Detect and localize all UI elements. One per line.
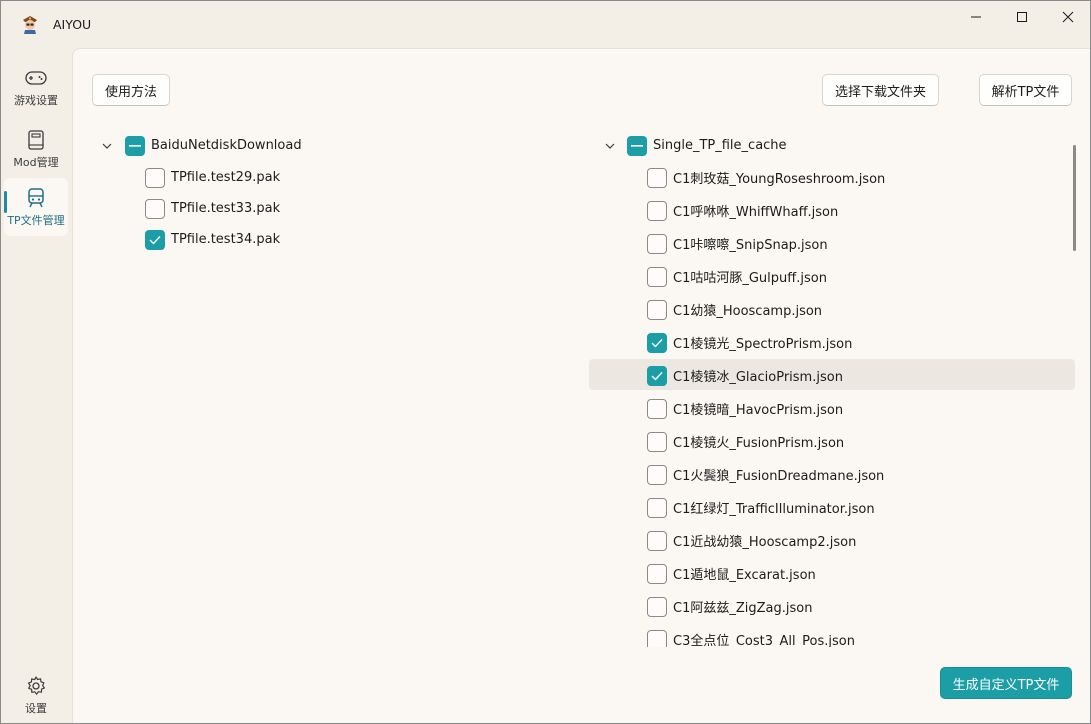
maximize-icon: [1017, 12, 1027, 22]
train-icon: [25, 187, 47, 209]
file-label: C1红绿灯_TrafficIlluminator.json: [673, 502, 875, 517]
sidebar-item-game-settings[interactable]: 游戏设置: [4, 58, 68, 116]
minimize-icon: [971, 16, 981, 18]
checkmark-icon: [651, 338, 663, 348]
file-label: C1棱镜火_FusionPrism.json: [673, 436, 845, 451]
file-checkbox[interactable]: [647, 497, 667, 518]
file-row[interactable]: C1遁地鼠_Excarat.json: [647, 558, 816, 589]
tree-root-row[interactable]: BaiduNetdiskDownload: [100, 130, 302, 161]
file-checkbox[interactable]: [647, 167, 667, 188]
file-checkbox[interactable]: [145, 198, 165, 219]
file-checkbox[interactable]: [647, 431, 667, 452]
sidebar: 游戏设置 Mod管理 TP文件管理 设置: [0, 48, 72, 724]
app-logo-icon: [20, 15, 40, 35]
file-label: C1棱镜暗_HavocPrism.json: [673, 403, 844, 418]
file-checkbox[interactable]: [647, 200, 667, 221]
root-checkbox[interactable]: [125, 135, 145, 156]
file-label: C1火鬓狼_FusionDreadmane.json: [673, 469, 885, 484]
close-icon: [1062, 11, 1074, 23]
file-row[interactable]: C1红绿灯_TrafficIlluminator.json: [647, 492, 875, 523]
file-row[interactable]: TPfile.test29.pak: [145, 162, 280, 193]
file-checkbox[interactable]: [647, 464, 667, 485]
file-label: C1阿兹兹_ZigZag.json: [673, 601, 813, 616]
file-label: C1幼猿_Hooscamp.json: [673, 304, 823, 319]
file-label: C1近战幼猿_Hooscamp2.json: [673, 535, 857, 550]
file-row[interactable]: TPfile.test34.pak: [145, 224, 280, 255]
file-checkbox[interactable]: [145, 167, 165, 188]
file-label: TPfile.test29.pak: [171, 170, 281, 185]
file-label: C1咕咕河豚_Gulpuff.json: [673, 271, 827, 286]
file-checkbox[interactable]: [647, 398, 667, 419]
file-row[interactable]: C1火鬓狼_FusionDreadmane.json: [647, 459, 884, 490]
generate-tp-button[interactable]: 生成自定义TP文件: [940, 667, 1072, 699]
file-row[interactable]: C1棱镜光_SpectroPrism.json: [647, 327, 852, 358]
tree-root-label: BaiduNetdiskDownload: [151, 138, 302, 153]
file-checkbox[interactable]: [647, 530, 667, 551]
file-row[interactable]: C1阿兹兹_ZigZag.json: [647, 591, 812, 622]
file-checkbox[interactable]: [145, 229, 165, 250]
file-row[interactable]: C1棱镜火_FusionPrism.json: [647, 426, 844, 457]
file-row[interactable]: C1咔嚓嚓_SnipSnap.json: [647, 228, 828, 259]
usage-button[interactable]: 使用方法: [92, 74, 170, 106]
sidebar-item-mod-management[interactable]: Mod管理: [4, 120, 68, 178]
file-row[interactable]: C1呼咻咻_WhiffWhaff.json: [647, 195, 838, 226]
close-button[interactable]: [1045, 0, 1091, 34]
sidebar-item-label: 游戏设置: [14, 94, 58, 107]
file-label: C1呼咻咻_WhiffWhaff.json: [673, 205, 839, 220]
file-row[interactable]: TPfile.test33.pak: [145, 193, 280, 224]
right-tree-scroll-area[interactable]: C1刺玫菇_YoungRoseshroom.json C1呼咻咻_WhiffWha…: [590, 125, 1076, 647]
file-label: TPfile.test34.pak: [171, 232, 281, 247]
file-checkbox[interactable]: [647, 233, 667, 254]
file-label: C1咔嚓嚓_SnipSnap.json: [673, 238, 828, 253]
file-row[interactable]: C1棱镜冰_GlacioPrism.json: [647, 360, 843, 391]
sidebar-item-tp-file-management[interactable]: TP文件管理: [4, 178, 68, 236]
file-row[interactable]: C1刺玫菇_YoungRoseshroom.json: [647, 162, 885, 193]
file-checkbox[interactable]: [647, 629, 667, 647]
file-row[interactable]: C1咕咕河豚_Gulpuff.json: [647, 261, 827, 292]
active-nav-indicator: [4, 191, 7, 213]
sidebar-item-label: 设置: [25, 702, 47, 715]
file-checkbox[interactable]: [647, 299, 667, 320]
minimize-button[interactable]: [953, 0, 999, 34]
file-checkbox[interactable]: [647, 365, 667, 386]
file-row[interactable]: C1近战幼猿_Hooscamp2.json: [647, 525, 856, 556]
file-checkbox[interactable]: [647, 596, 667, 617]
checkmark-icon: [651, 371, 663, 381]
sidebar-item-label: TP文件管理: [7, 214, 65, 227]
maximize-button[interactable]: [999, 0, 1045, 34]
sidebar-item-label: Mod管理: [13, 156, 59, 169]
chevron-down-icon[interactable]: [100, 139, 114, 153]
title-bar: AIYOU: [0, 0, 1091, 48]
file-label: C1棱镜光_SpectroPrism.json: [673, 337, 853, 352]
file-checkbox[interactable]: [647, 332, 667, 353]
app-title: AIYOU: [53, 17, 92, 32]
checkmark-icon: [149, 235, 161, 245]
file-row[interactable]: C3全点位_Cost3_All_Pos.json: [647, 624, 855, 647]
vertical-scrollbar[interactable]: [1073, 145, 1076, 251]
file-checkbox[interactable]: [647, 266, 667, 287]
file-label: TPfile.test33.pak: [171, 201, 281, 216]
gear-icon: [25, 675, 47, 697]
parse-tp-button[interactable]: 解析TP文件: [979, 74, 1072, 106]
file-checkbox[interactable]: [647, 563, 667, 584]
file-label: C3全点位_Cost3_All_Pos.json: [673, 634, 855, 647]
book-icon: [25, 129, 47, 151]
file-label: C1棱镜冰_GlacioPrism.json: [673, 370, 843, 385]
select-folder-button[interactable]: 选择下载文件夹: [822, 74, 939, 106]
file-row[interactable]: C1棱镜暗_HavocPrism.json: [647, 393, 843, 424]
file-row[interactable]: C1幼猿_Hooscamp.json: [647, 294, 822, 325]
gamepad-icon: [25, 67, 47, 89]
file-label: C1刺玫菇_YoungRoseshroom.json: [673, 172, 886, 187]
sidebar-item-settings[interactable]: 设置: [4, 666, 68, 724]
partial-check-icon: [129, 144, 141, 147]
file-label: C1遁地鼠_Excarat.json: [673, 568, 816, 583]
